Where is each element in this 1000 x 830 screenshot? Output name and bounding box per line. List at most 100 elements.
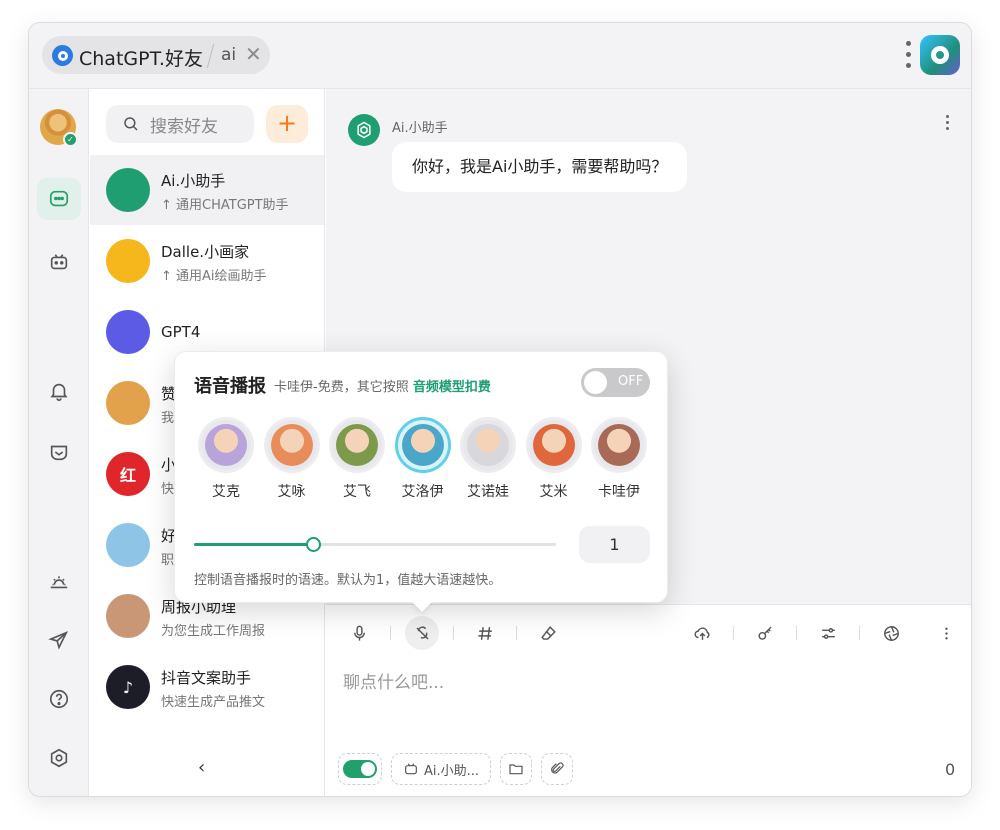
- contact-desc: 快: [161, 482, 175, 497]
- contact-avatar-text: ♪: [122, 677, 134, 697]
- voice-avatar: [263, 417, 320, 473]
- message-sender: Ai.小助手: [392, 121, 448, 136]
- speed-slider-handle[interactable]: [306, 537, 322, 552]
- contact-item[interactable]: ♪ 抖音文案助手 快速生成产品推文: [90, 652, 324, 722]
- message-input[interactable]: 聊点什么吧...: [343, 668, 444, 693]
- bot-selector-label: Ai.小助...: [423, 763, 480, 779]
- voice-option[interactable]: 艾米: [525, 417, 582, 501]
- voice-name: 艾飞: [343, 484, 371, 500]
- voice-avatar: [394, 417, 451, 473]
- search-placeholder: 搜索好友: [150, 116, 218, 137]
- voice-face: [205, 424, 247, 466]
- kebab-icon[interactable]: [906, 41, 912, 71]
- contact-desc: ↑ 通用Ai绘画助手: [161, 269, 267, 284]
- contact-desc: 我: [161, 411, 175, 426]
- contact-avatar: [106, 310, 150, 354]
- contact-name: GPT4: [161, 323, 201, 341]
- voice-avatar: [198, 417, 254, 473]
- voice-broadcast-popup: 语音播报 卡哇伊-免费，其它按照 音频模型扣费 OFF 艾克 艾咏 艾飞 艾洛伊 艾诺娃…: [174, 351, 668, 603]
- voice-avatar: [460, 417, 516, 473]
- bot-selector[interactable]: Ai.小助...: [391, 753, 491, 785]
- close-icon[interactable]: ✕: [245, 44, 262, 64]
- title-bar: ChatGPT.好友 ai ✕: [29, 23, 971, 89]
- toggle-label: OFF: [618, 374, 644, 389]
- chevron-left-icon[interactable]: ‹: [198, 757, 205, 778]
- toolbar-divider: [516, 626, 517, 640]
- toolbar-divider: [390, 626, 391, 640]
- voice-option[interactable]: 艾飞: [329, 417, 385, 501]
- add-friend-button[interactable]: +: [266, 105, 308, 143]
- hashtag-icon[interactable]: [468, 616, 502, 650]
- composer-kebab-icon[interactable]: [929, 616, 963, 650]
- paperclip-icon[interactable]: [541, 753, 573, 785]
- verified-badge-icon: ✓: [63, 132, 78, 147]
- contact-avatar: [106, 523, 150, 567]
- contact-name: Dalle.小画家: [161, 243, 250, 261]
- contact-item[interactable]: Ai.小助手 ↑ 通用CHATGPT助手: [90, 155, 324, 225]
- voice-name: 卡哇伊: [598, 484, 640, 500]
- aperture-icon[interactable]: [874, 616, 908, 650]
- tab-title[interactable]: ChatGPT.好友: [79, 44, 203, 71]
- contact-avatar: [106, 381, 150, 425]
- voice-name: 艾米: [539, 484, 568, 500]
- voice-face: [270, 424, 313, 466]
- contact-desc: ↑ 通用CHATGPT助手: [161, 198, 289, 213]
- voice-avatar: [329, 417, 385, 473]
- folder-icon[interactable]: [500, 753, 532, 785]
- auto-send-toggle[interactable]: [338, 753, 382, 785]
- eraser-icon[interactable]: [531, 616, 565, 650]
- voice-option[interactable]: 艾咏: [263, 417, 320, 501]
- sunrise-icon[interactable]: [37, 560, 81, 602]
- chat-bubble-icon[interactable]: [37, 178, 81, 220]
- toolbar-divider: [733, 626, 734, 640]
- contact-item[interactable]: Dalle.小画家 ↑ 通用Ai绘画助手: [90, 226, 324, 296]
- tab-secondary[interactable]: ai: [221, 45, 236, 65]
- contact-desc: 为您生成工作周报: [161, 624, 266, 639]
- speed-slider-fill: [194, 543, 314, 546]
- composer: 聊点什么吧... Ai.小助... 0: [326, 604, 971, 796]
- sliders-icon[interactable]: [811, 616, 845, 650]
- voice-avatar: [591, 417, 647, 473]
- pricing-link[interactable]: 音频模型扣费: [413, 380, 491, 395]
- avatar[interactable]: ✓: [40, 109, 78, 147]
- contact-desc: 职: [161, 553, 175, 568]
- popup-subtitle: 卡哇伊-免费，其它按照 音频模型扣费: [274, 376, 491, 395]
- send-icon[interactable]: [37, 619, 81, 661]
- voice-option[interactable]: 卡哇伊: [591, 417, 647, 501]
- toggle-knob: [584, 371, 607, 394]
- voice-face: [467, 424, 509, 466]
- voice-face: [401, 424, 444, 466]
- search-input[interactable]: 搜索好友: [106, 105, 254, 143]
- contact-avatar-text: 红: [119, 466, 136, 485]
- bell-icon[interactable]: [37, 370, 81, 412]
- voice-option[interactable]: 艾克: [198, 417, 254, 501]
- cloud-upload-icon[interactable]: [685, 616, 719, 650]
- key-icon[interactable]: [748, 616, 782, 650]
- chat-kebab-icon[interactable]: [946, 115, 950, 133]
- contact-name: Ai.小助手: [161, 172, 226, 190]
- voice-name: 艾诺娃: [467, 484, 509, 500]
- robot-icon: [405, 763, 417, 775]
- voice-off-icon[interactable]: [405, 616, 439, 650]
- speed-hint: 控制语音播报时的语速。默认为1，值越大语速越快。: [194, 573, 502, 588]
- toolbar-divider: [796, 626, 797, 640]
- voice-toggle[interactable]: OFF: [581, 368, 650, 397]
- speed-slider[interactable]: [194, 537, 556, 552]
- inbox-icon[interactable]: [37, 431, 81, 473]
- help-icon[interactable]: [37, 678, 81, 720]
- voice-option[interactable]: 艾洛伊: [394, 417, 451, 501]
- left-nav: ✓: [29, 89, 89, 796]
- hexagon-settings-icon[interactable]: [37, 737, 81, 779]
- robot-icon[interactable]: [37, 241, 81, 283]
- contact-avatar: [106, 594, 150, 638]
- bot-avatar: [348, 114, 380, 146]
- speed-value[interactable]: 1: [579, 526, 650, 563]
- voice-option[interactable]: 艾诺娃: [460, 417, 516, 501]
- tab-divider: [206, 44, 215, 68]
- voice-face: [598, 424, 640, 466]
- popup-title: 语音播报: [194, 376, 266, 397]
- voice-face: [336, 424, 378, 466]
- app-logo-icon: [920, 35, 960, 75]
- microphone-icon[interactable]: [342, 616, 376, 650]
- tab-group[interactable]: ChatGPT.好友 ai ✕: [42, 36, 270, 74]
